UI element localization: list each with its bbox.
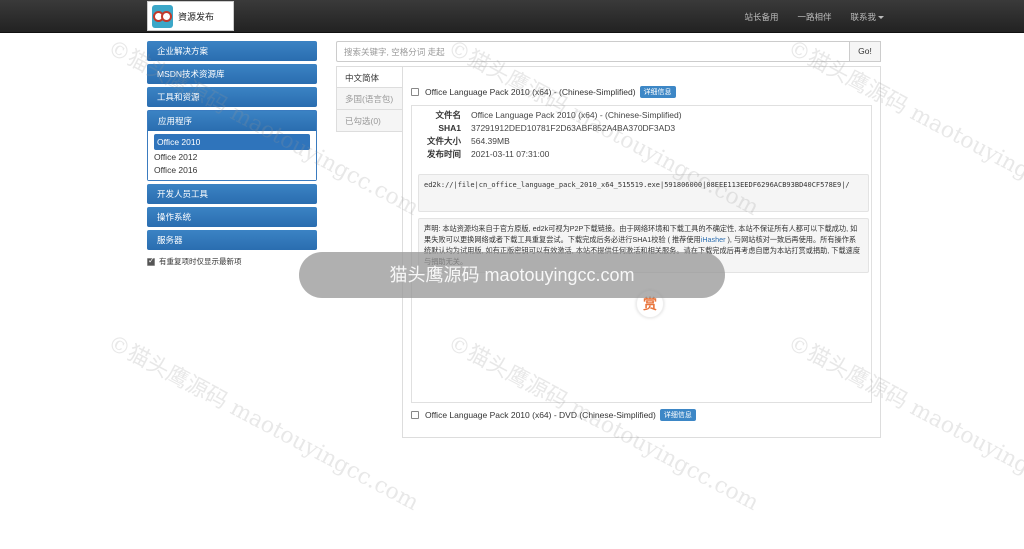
latest-only-label: 有重复项时仅显示最新项 bbox=[159, 257, 242, 266]
meta-row: 文件名 Office Language Pack 2010 (x64) - (Ch… bbox=[418, 109, 682, 122]
sidebar-item-dev-tools[interactable]: 开发人员工具 bbox=[147, 184, 317, 204]
file-meta: 文件名 Office Language Pack 2010 (x64) - (Ch… bbox=[418, 109, 682, 161]
meta-key: 发布时间 bbox=[426, 149, 461, 159]
item-checkbox[interactable] bbox=[411, 411, 419, 419]
sidebar-item-msdn[interactable]: MSDN技术资源库 bbox=[147, 64, 317, 84]
sidebar: 企业解决方案 MSDN技术资源库 工具和资源 应用程序 Office 2010 … bbox=[147, 41, 317, 267]
tab-simplified-chinese[interactable]: 中文简体 bbox=[336, 66, 403, 88]
sidebar-sub-office-2010[interactable]: Office 2010 bbox=[154, 134, 310, 150]
tab-multilanguage[interactable]: 多国(语言包) bbox=[336, 88, 403, 110]
meta-row: SHA1 37291912DED10781F2D63ABF852A4BA370DF… bbox=[418, 122, 682, 135]
details-button[interactable]: 详细信息 bbox=[639, 86, 676, 98]
sidebar-group-applications: 应用程序 Office 2010 Office 2012 Office 2016 bbox=[147, 110, 317, 181]
meta-value: 2021-03-11 07:31:00 bbox=[471, 149, 550, 159]
meta-value: 37291912DED10781F2D63ABF852A4BA370DF3AD3 bbox=[471, 123, 676, 133]
meta-row: 发布时间 2021-03-11 07:31:00 bbox=[418, 148, 682, 161]
list-item: Office Language Pack 2010 (x64) - (Chine… bbox=[411, 86, 676, 98]
nav-link-contact[interactable]: 联系我 bbox=[850, 11, 884, 23]
meta-value: 564.39MB bbox=[471, 136, 510, 146]
watermark-overlay: 猫头鹰源码 maotouyingcc.com bbox=[299, 252, 725, 298]
meta-row: 文件大小 564.39MB bbox=[418, 135, 682, 148]
sidebar-item-os[interactable]: 操作系统 bbox=[147, 207, 317, 227]
owl-logo-icon bbox=[152, 5, 173, 28]
item-title: Office Language Pack 2010 (x64) - DVD (C… bbox=[425, 410, 656, 420]
nav-links: 站长备用 一路相伴 联系我 bbox=[725, 11, 884, 23]
chevron-down-icon bbox=[878, 16, 884, 20]
sidebar-sub-office-2016[interactable]: Office 2016 bbox=[154, 164, 310, 177]
watermark: ©猫头鹰源码 maotouyingcc.com bbox=[103, 330, 423, 516]
nav-link-backup[interactable]: 站长备用 bbox=[744, 11, 778, 23]
details-button[interactable]: 详细信息 bbox=[659, 409, 696, 421]
search-bar: Go! bbox=[336, 41, 881, 62]
latest-only-checkbox[interactable] bbox=[147, 256, 155, 266]
ihasher-link[interactable]: iHasher bbox=[701, 235, 726, 244]
site-logo[interactable]: 資源发布 bbox=[147, 1, 234, 31]
sidebar-item-applications[interactable]: 应用程序 bbox=[148, 111, 316, 131]
search-go-button[interactable]: Go! bbox=[850, 41, 881, 62]
top-navbar: 資源发布 站长备用 一路相伴 联系我 bbox=[0, 0, 1024, 33]
logo-text: 資源发布 bbox=[178, 13, 215, 23]
nav-link-companion[interactable]: 一路相伴 bbox=[797, 11, 831, 23]
ed2k-link-box[interactable]: ed2k://|file|cn_office_language_pack_201… bbox=[418, 174, 869, 212]
sidebar-sub-list: Office 2010 Office 2012 Office 2016 bbox=[148, 131, 316, 180]
sidebar-sub-office-2012[interactable]: Office 2012 bbox=[154, 151, 310, 164]
item-title: Office Language Pack 2010 (x64) - (Chine… bbox=[425, 87, 636, 97]
meta-key: 文件名 bbox=[435, 110, 461, 120]
sidebar-item-enterprise[interactable]: 企业解决方案 bbox=[147, 41, 317, 61]
latest-only-option[interactable]: 有重复项时仅显示最新项 bbox=[147, 256, 317, 267]
nav-link-contact-label: 联系我 bbox=[850, 12, 876, 22]
sidebar-item-server[interactable]: 服务器 bbox=[147, 230, 317, 250]
sidebar-item-tools[interactable]: 工具和资源 bbox=[147, 87, 317, 107]
tab-checked[interactable]: 已勾选(0) bbox=[336, 110, 403, 132]
item-checkbox[interactable] bbox=[411, 88, 419, 96]
meta-key: 文件大小 bbox=[426, 136, 461, 146]
search-input[interactable] bbox=[336, 41, 850, 62]
meta-value: Office Language Pack 2010 (x64) - (Chine… bbox=[471, 110, 682, 120]
language-tabs: 中文简体 多国(语言包) 已勾选(0) bbox=[336, 66, 403, 132]
meta-key: SHA1 bbox=[438, 123, 461, 133]
list-item: Office Language Pack 2010 (x64) - DVD (C… bbox=[411, 409, 696, 421]
